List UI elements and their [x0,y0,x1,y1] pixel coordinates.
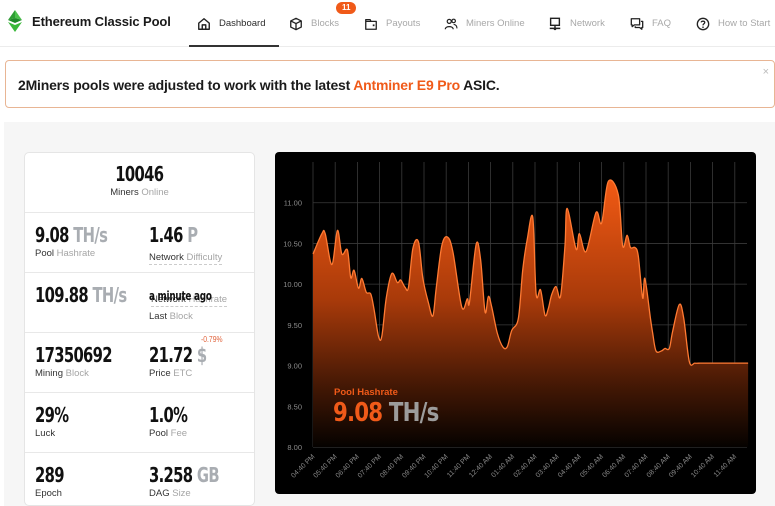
alert-text-suffix: ASIC. [459,77,500,93]
chart-overlay-label: Pool Hashrate [334,387,398,398]
dag-size-value: 3.258 GB [149,463,220,487]
y-tick-label: 11.00 [284,199,302,208]
network-difficulty-label[interactable]: Network Difficulty [149,252,223,265]
dag-size-label: DAG Size [149,488,191,499]
nav-faq[interactable]: FAQ [630,0,671,47]
y-tick-label: 9.50 [287,321,302,330]
brand[interactable]: Ethereum Classic Pool [8,10,171,32]
x-tick-label: 11:40 AM [713,453,739,479]
stat-row-block-price: 17350692 Mining Block 21.72 $ Price ETC … [25,332,254,392]
alert-message: 2Miners pools were adjusted to work with… [18,77,500,93]
app-title: Ethereum Classic Pool [32,13,171,29]
stat-epoch: 289 Epoch [35,463,70,499]
nav-blocks[interactable]: Blocks 11 [289,0,357,47]
last-block-value: a minute ago [149,289,212,303]
stat-row-miners: 10046 Miners Online [25,153,254,212]
cube-icon [290,17,302,30]
price-label: Price ETC [149,368,193,379]
nav-network-label: Network [570,18,605,29]
y-tick-label: 10.50 [283,239,302,248]
help-circle-icon [696,17,710,30]
stat-luck: 29% Luck [35,403,76,439]
x-tick-label: 10:40 AM [690,453,716,479]
last-block-label: Last Block [149,311,193,322]
nav-faq-label: FAQ [652,18,672,29]
users-icon [444,18,458,29]
y-tick-label: 10.00 [283,280,302,289]
chart-overlay-value: 9.08 TH/s [333,398,439,428]
price-value: 21.72 $ [149,343,207,367]
nav-dashboard-label: Dashboard [219,18,266,29]
epoch-label: Epoch [35,488,62,499]
nav-payouts-label: Payouts [386,18,421,29]
alert-text-prefix: 2Miners pools were adjusted to work with… [18,77,354,93]
luck-value: 29% [35,403,69,427]
announcement-alert: 2Miners pools were adjusted to work with… [5,60,775,108]
stat-row-hashrate: 9.08 TH/s Pool Hashrate 1.46 P Network D… [25,212,254,272]
antminer-link[interactable]: Antminer E9 Pro [353,77,460,93]
network-difficulty-value: 1.46 P [149,223,198,247]
stat-mining-block: 17350692 Mining Block [35,343,129,379]
stat-pool-hashrate: 9.08 TH/s Pool Hashrate [35,223,123,259]
luck-label: Luck [35,428,56,439]
hashrate-chart-svg: 8.008.509.009.5010.0010.5011.0004:40 PM0… [283,162,749,480]
close-icon[interactable]: × [763,66,769,78]
chat-icon [630,17,644,30]
stat-miners-online[interactable]: 10046 Miners Online [25,162,254,198]
pool-fee-label: Pool Fee [149,428,188,439]
pool-hashrate-label: Pool Hashrate [35,248,96,259]
nav-miners-online[interactable]: Miners Online [444,0,525,47]
top-navigation: Ethereum Classic Pool Dashboard Blocks 1… [0,0,775,47]
nav-blocks-label: Blocks [311,18,339,29]
miners-online-value: 10046 [115,162,164,186]
nav-network[interactable]: Network [548,0,605,47]
x-tick-label: 10:40 PM [423,453,449,479]
nav-miners-online-label: Miners Online [466,18,525,29]
pool-fee-value: 1.0% [149,403,188,427]
home-icon [198,17,210,30]
pool-hashrate-chart: 8.00 8.50 9.00 9.50 10.00 10.50 11.00 04:40 PM 0… [275,152,756,494]
stat-price: 21.72 $ Price ETC [149,343,219,379]
stat-network-difficulty: 1.46 P Network Difficulty [149,223,254,265]
miners-online-label: Miners Online [110,187,169,198]
nav-how-to-start[interactable]: How to Start [696,0,770,47]
nav-how-to-start-label: How to Start [718,18,771,29]
pool-hashrate-value: 9.08 TH/s [35,223,108,247]
stat-last-block: a minute ago Last Block [149,287,225,322]
y-tick-label: 8.00 [287,443,302,452]
stat-pool-fee: 1.0% Pool Fee [149,403,196,439]
nav-payouts[interactable]: Payouts [364,0,420,47]
stat-dag-size: 3.258 GB DAG Size [149,463,234,499]
y-tick-label: 9.00 [287,362,302,371]
stat-row-luck-fee: 29% Luck 1.0% Pool Fee [25,392,254,452]
stat-row-network: 109.88 TH/s Network Hashrate a minute ag… [25,272,254,332]
mining-block-value: 17350692 [35,343,113,367]
mining-block-label: Mining Block [35,368,89,379]
y-tick-label: 8.50 [287,402,302,411]
nav-dashboard[interactable]: Dashboard [188,0,281,47]
stats-card: 10046 Miners Online 9.08 TH/s Pool Hashr… [24,152,255,506]
etc-logo-icon [8,10,22,32]
stat-row-epoch-dag: 289 Epoch 3.258 GB DAG Size [25,452,254,505]
blocks-count-badge: 11 [336,2,357,14]
price-change: -0.79% [201,335,223,344]
network-hashrate-value: 109.88 TH/s [35,283,127,307]
epoch-value: 289 [35,463,65,487]
network-icon [549,17,561,30]
wallet-icon [365,18,377,30]
